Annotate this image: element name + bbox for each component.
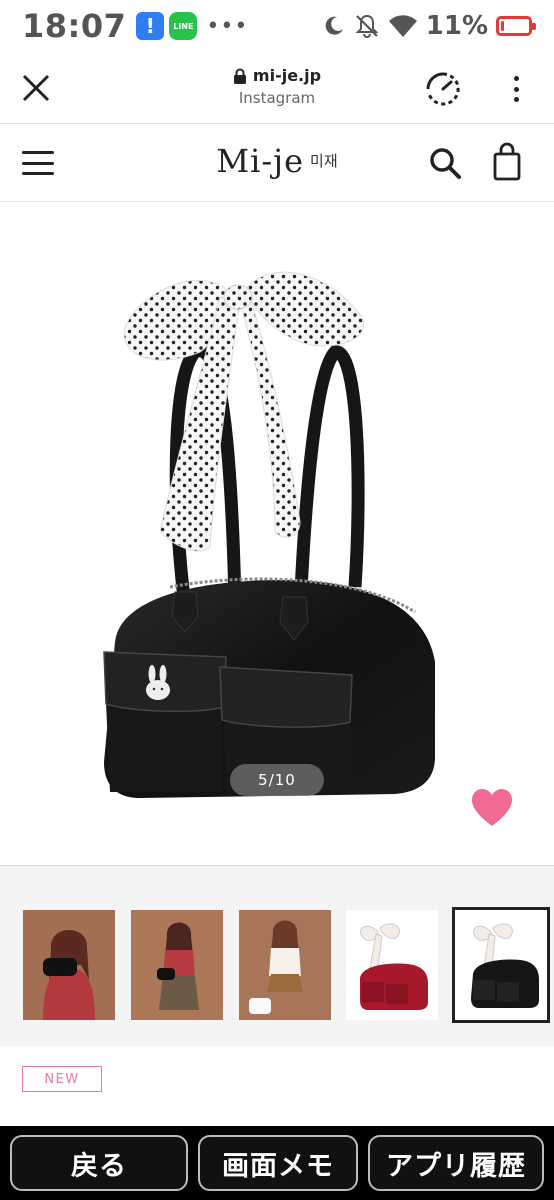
status-time: 18:07: [22, 7, 127, 45]
more-notifications-icon: •••: [206, 13, 249, 39]
thumbnail-3[interactable]: [239, 910, 331, 1020]
line-app-icon: LINE: [169, 12, 198, 40]
site-header: Mi-je 미재: [0, 124, 554, 202]
thumbnail-5[interactable]: [452, 907, 550, 1023]
dot: [513, 97, 519, 102]
thumbnail-strip: [0, 866, 554, 1046]
dot: [513, 86, 519, 92]
status-bar: 18:07 ! LINE ••• 11%: [0, 0, 554, 52]
speedometer-icon: [426, 72, 460, 106]
wifi-icon: [388, 15, 417, 38]
screen-memo-button[interactable]: 画面メモ: [198, 1135, 358, 1191]
battery-percent: 11%: [425, 11, 488, 41]
image-counter: 5/10: [230, 764, 324, 796]
moon-icon: [325, 16, 343, 35]
status-right: 11%: [322, 11, 536, 41]
mute-bell-icon: [355, 14, 379, 38]
logo-text: Mi-je: [216, 142, 305, 180]
thumbnail-4-image: [346, 910, 438, 1020]
favorite-button[interactable]: [470, 788, 514, 828]
thumbnail-3-image: [239, 910, 331, 1020]
alert-icon: !: [136, 12, 165, 40]
notification-icons: ! LINE •••: [136, 12, 248, 40]
thumbnail-1-image: [23, 910, 115, 1020]
bottom-nav-bar: 戻る 画面メモ アプリ履歴: [0, 1126, 554, 1200]
page-speed-button[interactable]: [424, 70, 462, 108]
thumbnail-1[interactable]: [23, 910, 115, 1020]
url-subtitle: Instagram: [238, 89, 316, 107]
thumbnail-4[interactable]: [346, 910, 438, 1020]
battery-icon: [496, 16, 536, 36]
dot: [513, 76, 519, 81]
app-history-button[interactable]: アプリ履歴: [368, 1135, 544, 1191]
url-box[interactable]: mi-je.jp Instagram: [0, 66, 554, 107]
search-icon: [430, 148, 461, 179]
shopping-bag-icon: [493, 142, 521, 181]
product-main-image[interactable]: 5/10: [0, 202, 554, 866]
lock-icon: [233, 68, 246, 84]
heart-icon: [472, 789, 512, 826]
battery-level: [501, 21, 504, 31]
thumbnail-2-image: [131, 910, 223, 1020]
browser-toolbar: mi-je.jp Instagram: [0, 52, 554, 124]
url-text: mi-je.jp: [252, 66, 322, 85]
logo-korean-text: 미재: [310, 152, 338, 170]
thumbnail-2[interactable]: [131, 910, 223, 1020]
overflow-menu-button[interactable]: [506, 72, 526, 106]
cart-button[interactable]: [492, 142, 522, 182]
new-badge: NEW: [22, 1066, 102, 1092]
thumbnail-5-image: [455, 910, 547, 1020]
site-logo[interactable]: Mi-je 미재: [0, 142, 554, 180]
back-button[interactable]: 戻る: [10, 1135, 188, 1191]
search-button[interactable]: [428, 146, 462, 180]
